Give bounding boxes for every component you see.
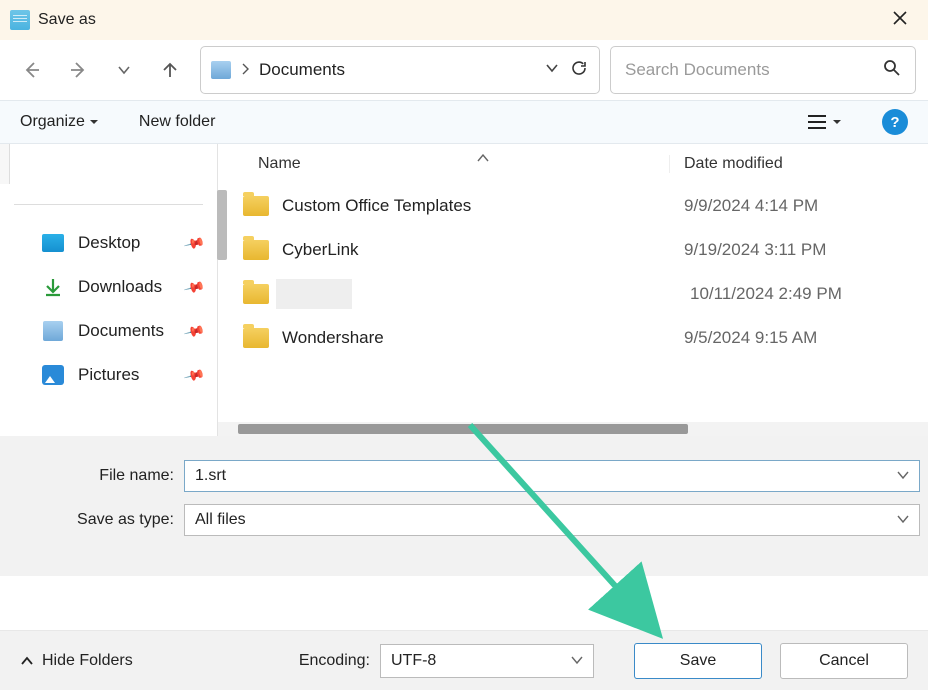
pin-icon: 📌 [182,319,206,342]
sort-indicator-icon [477,151,489,165]
pin-icon: 📌 [182,275,206,298]
sidebar-item-label: Pictures [78,365,139,385]
breadcrumb-location[interactable]: Documents [259,60,535,80]
filename-label: File name: [8,467,184,485]
sidebar: Desktop 📌 Downloads 📌 Documents 📌 Pictur… [0,144,218,436]
type-label: Save as type: [8,511,184,529]
sidebar-item-documents[interactable]: Documents 📌 [0,309,217,353]
recent-dropdown[interactable] [110,56,138,84]
window-title: Save as [38,11,96,29]
file-date: 9/19/2024 3:11 PM [670,240,826,260]
type-select[interactable]: All files [184,504,920,536]
file-name: CyberLink [282,240,670,260]
file-row[interactable]: Wondershare 9/5/2024 9:15 AM [218,316,928,360]
documents-icon [43,321,63,341]
encoding-select[interactable]: UTF-8 [380,644,594,678]
sidebar-item-label: Desktop [78,233,140,253]
help-button[interactable]: ? [882,109,908,135]
folder-icon [243,284,269,304]
type-value: All files [195,511,897,529]
forward-button[interactable] [64,56,92,84]
sidebar-item-label: Documents [78,321,164,341]
pictures-icon [42,365,64,385]
save-form: File name: 1.srt Save as type: All files [0,436,928,576]
toolbar: Organize New folder ? [0,100,928,144]
organize-button[interactable]: Organize [20,113,99,131]
search-box[interactable] [610,46,916,94]
file-list: Name Date modified Custom Office Templat… [218,144,928,436]
folder-icon [243,240,269,260]
downloads-icon [42,277,64,297]
file-name-redacted [276,279,352,309]
cancel-button[interactable]: Cancel [780,643,908,679]
pin-icon: 📌 [182,363,206,386]
search-input[interactable] [625,60,883,80]
filename-value: 1.srt [195,467,897,485]
desktop-icon [42,234,64,252]
sidebar-item-desktop[interactable]: Desktop 📌 [0,221,217,265]
address-dropdown[interactable] [545,61,559,80]
nav-bar: Documents [0,40,928,100]
sidebar-item-label: Downloads [78,277,162,297]
address-bar[interactable]: Documents [200,46,600,94]
file-row[interactable]: 10/11/2024 2:49 PM [218,272,928,316]
save-button[interactable]: Save [634,643,762,679]
up-button[interactable] [156,56,184,84]
new-folder-button[interactable]: New folder [139,113,215,131]
file-name: Custom Office Templates [282,196,670,216]
horizontal-scrollbar[interactable] [218,422,928,436]
encoding-dropdown-icon [571,652,583,670]
filename-input[interactable]: 1.srt [184,460,920,492]
scrollbar-thumb[interactable] [238,424,688,434]
file-date: 10/11/2024 2:49 PM [676,284,842,304]
close-button[interactable] [882,5,918,36]
breadcrumb-separator-icon [241,63,249,78]
file-row[interactable]: CyberLink 9/19/2024 3:11 PM [218,228,928,272]
sidebar-divider [14,204,203,205]
back-button[interactable] [18,56,46,84]
footer: Hide Folders Encoding: UTF-8 Save Cancel [0,630,928,690]
column-name[interactable]: Name [218,155,670,173]
view-options-button[interactable] [808,114,842,130]
filename-dropdown-icon[interactable] [897,469,909,483]
column-date[interactable]: Date modified [670,155,928,173]
hide-folders-button[interactable]: Hide Folders [20,652,133,670]
main-area: Desktop 📌 Downloads 📌 Documents 📌 Pictur… [0,144,928,436]
refresh-button[interactable] [569,58,589,83]
file-date: 9/5/2024 9:15 AM [670,328,817,348]
encoding-value: UTF-8 [391,652,436,670]
file-row[interactable]: Custom Office Templates 9/9/2024 4:14 PM [218,184,928,228]
sidebar-item-pictures[interactable]: Pictures 📌 [0,353,217,397]
sidebar-item-downloads[interactable]: Downloads 📌 [0,265,217,309]
file-name: Wondershare [282,328,670,348]
folder-icon [243,196,269,216]
notepad-icon [10,10,30,30]
type-dropdown-icon[interactable] [897,513,909,527]
sidebar-collapse-tab[interactable] [0,144,10,184]
column-headers: Name Date modified [218,144,928,184]
folder-icon [243,328,269,348]
pin-icon: 📌 [182,231,206,254]
search-icon [883,59,901,82]
documents-folder-icon [211,61,231,79]
encoding-label: Encoding: [299,652,370,670]
title-bar: Save as [0,0,928,40]
file-date: 9/9/2024 4:14 PM [670,196,818,216]
